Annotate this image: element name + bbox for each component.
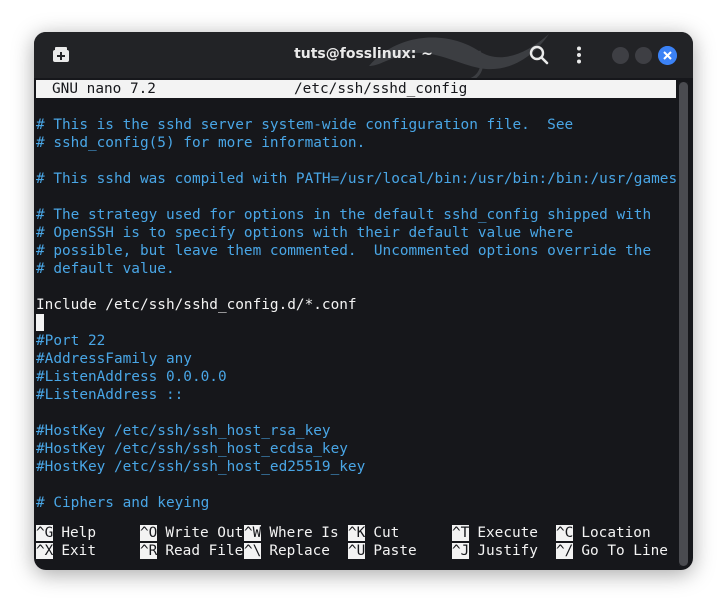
shortcut-label: Justify: [477, 543, 538, 559]
maximize-icon[interactable]: [635, 47, 652, 64]
scrollbar-thumb[interactable]: [679, 82, 688, 566]
editor-line[interactable]: Include /etc/ssh/sshd_config.d/*.conf: [36, 296, 677, 314]
scrollbar[interactable]: [679, 82, 688, 566]
nano-version: GNU nano 7.2: [52, 81, 156, 97]
shortcut-label: Go To Line: [581, 543, 668, 559]
editor-line[interactable]: #ListenAddress ::: [36, 386, 677, 404]
shortcut-key: ^O: [140, 525, 158, 541]
shortcut-label: Write Out: [165, 525, 244, 541]
shortcut-label: Where Is: [269, 525, 339, 541]
shortcut-item: ^W Where Is: [244, 524, 339, 542]
shortcut-item: ^X Exit: [36, 542, 96, 560]
minimize-icon[interactable]: [612, 47, 629, 64]
shortcut-label: Execute: [477, 525, 538, 541]
editor-line[interactable]: #HostKey /etc/ssh/ssh_host_ecdsa_key: [36, 440, 677, 458]
editor-line[interactable]: [36, 278, 677, 296]
editor-line[interactable]: [36, 404, 677, 422]
shortcut-item: ^\ Replace: [244, 542, 330, 560]
text-cursor: [36, 314, 44, 331]
file-content[interactable]: # This is the sshd server system-wide co…: [36, 116, 677, 512]
editor-line[interactable]: # sshd_config(5) for more information.: [36, 134, 677, 152]
shortcut-item: ^/ Go To Line: [556, 542, 668, 560]
shortcut-item: ^R Read File: [140, 542, 243, 560]
title-bar[interactable]: tuts@fosslinux: ~: [34, 32, 693, 78]
editor-line[interactable]: #HostKey /etc/ssh/ssh_host_ed25519_key: [36, 458, 677, 476]
shortcut-key: ^U: [348, 543, 366, 559]
shortcut-key: ^J: [452, 543, 470, 559]
editor-line[interactable]: #Port 22: [36, 332, 677, 350]
search-icon[interactable]: [528, 44, 550, 66]
editor-line[interactable]: # default value.: [36, 260, 677, 278]
shortcut-item: ^O Write Out: [140, 524, 243, 542]
shortcut-key: ^T: [452, 525, 470, 541]
shortcut-label: Read File: [165, 543, 244, 559]
window-title: tuts@fosslinux: ~: [294, 46, 433, 62]
editor-line[interactable]: # possible, but leave them commented. Un…: [36, 242, 677, 260]
editor-line[interactable]: [36, 188, 677, 206]
shortcut-key: ^X: [36, 543, 54, 559]
editor-line[interactable]: [36, 314, 677, 332]
shortcut-key: ^K: [348, 525, 366, 541]
shortcut-key: ^R: [140, 543, 158, 559]
shortcut-label: Replace: [269, 543, 330, 559]
shortcut-item: ^J Justify: [452, 542, 538, 560]
shortcut-key: ^C: [556, 525, 574, 541]
shortcut-key: ^/: [556, 543, 574, 559]
shortcut-item: ^T Execute: [452, 524, 538, 542]
nano-filename: /etc/ssh/sshd_config: [294, 81, 468, 97]
shortcut-label: Paste: [373, 543, 417, 559]
shortcut-item: ^K Cut: [348, 524, 399, 542]
shortcut-key: ^W: [244, 525, 262, 541]
shortcut-bar: ^G Help ^O Write Out ^W Where Is ^K Cut ^T Execut…: [36, 524, 676, 560]
kebab-menu-icon[interactable]: [568, 44, 590, 66]
shortcut-item: ^C Location: [556, 524, 651, 542]
shortcut-label: Cut: [373, 525, 400, 541]
shortcut-key: ^\: [244, 543, 262, 559]
shortcut-item: ^U Paste: [348, 542, 417, 560]
editor-line[interactable]: #AddressFamily any: [36, 350, 677, 368]
terminal-window: tuts@fosslinux: ~ GNU nano 7.2/etc/ssh/s…: [34, 32, 693, 570]
editor-line[interactable]: # The strategy used for options in the d…: [36, 206, 677, 224]
editor-line[interactable]: # This sshd was compiled with PATH=/usr/…: [36, 170, 677, 188]
shortcut-item: ^G Help: [36, 524, 96, 542]
terminal-area[interactable]: GNU nano 7.2/etc/ssh/sshd_config # This …: [36, 79, 677, 568]
close-icon[interactable]: [658, 46, 677, 65]
editor-line[interactable]: # This is the sshd server system-wide co…: [36, 116, 677, 134]
shortcut-label: Exit: [61, 543, 96, 559]
editor-line[interactable]: # OpenSSH is to specify options with the…: [36, 224, 677, 242]
shortcut-key: ^G: [36, 525, 54, 541]
editor-line[interactable]: [36, 476, 677, 494]
nano-header: GNU nano 7.2/etc/ssh/sshd_config: [36, 80, 676, 98]
editor-line[interactable]: #ListenAddress 0.0.0.0: [36, 368, 677, 386]
editor-line[interactable]: [36, 152, 677, 170]
editor-line[interactable]: # Ciphers and keying: [36, 494, 677, 512]
shortcut-label: Help: [61, 525, 96, 541]
editor-line[interactable]: #HostKey /etc/ssh/ssh_host_rsa_key: [36, 422, 677, 440]
shortcut-label: Location: [581, 525, 651, 541]
